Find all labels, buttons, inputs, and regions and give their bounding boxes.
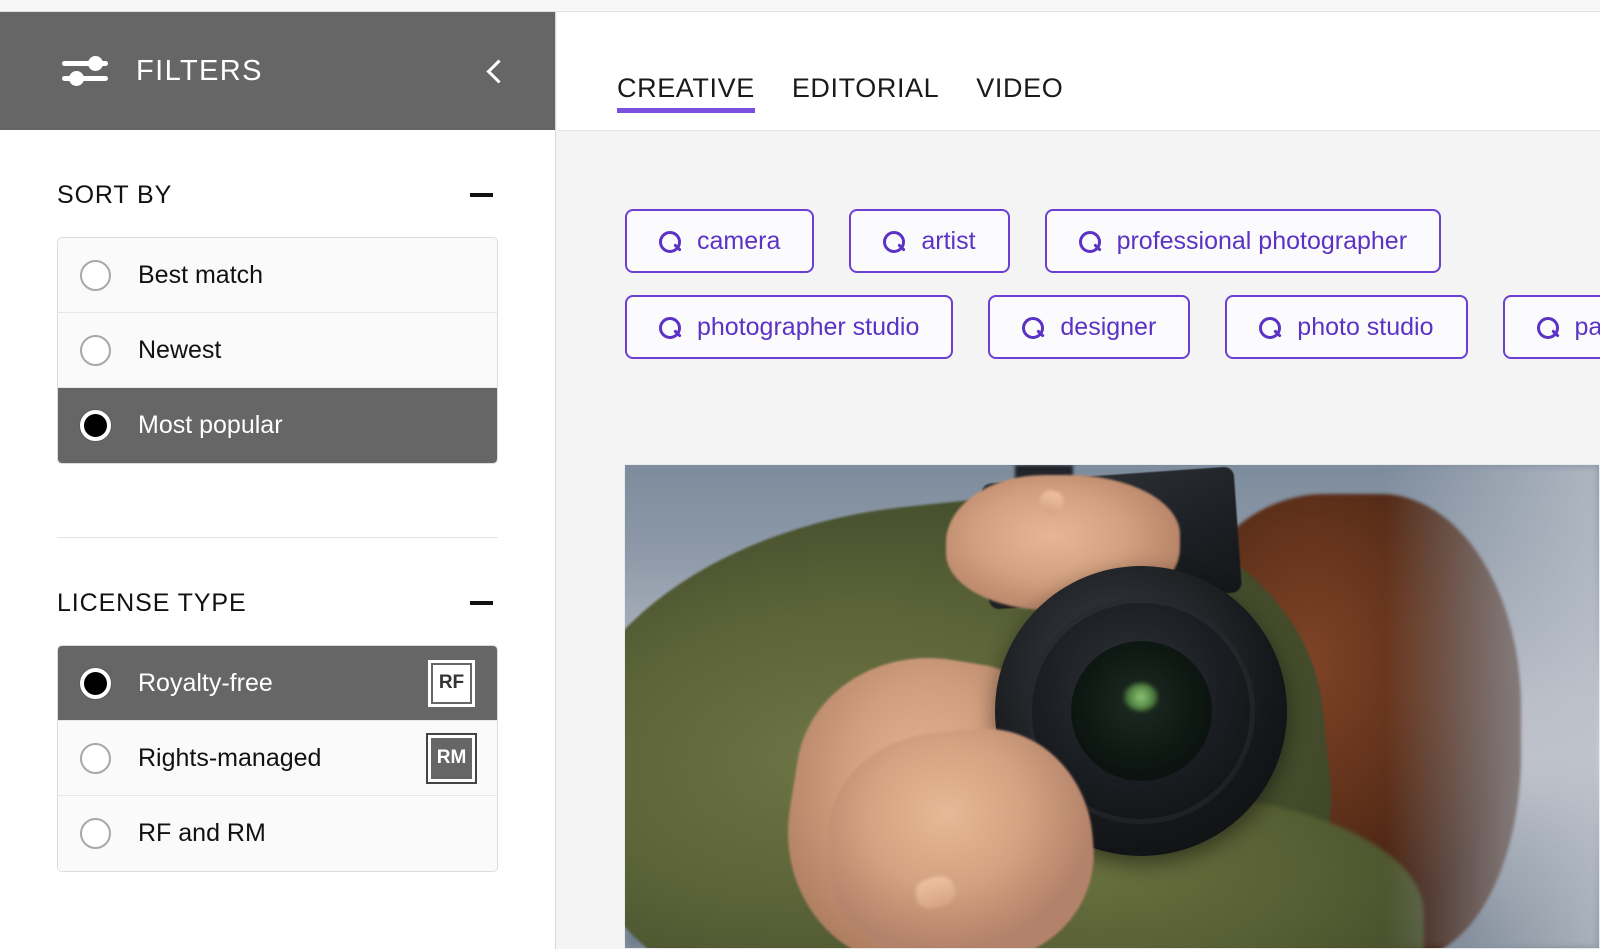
license-type-header: LICENSE TYPE <box>57 588 498 645</box>
suggestion-chip-camera[interactable]: camera <box>625 209 815 273</box>
suggestion-chip-label: camera <box>697 226 781 255</box>
sort-by-collapse-button[interactable] <box>464 180 498 210</box>
license-type-collapse-button[interactable] <box>464 588 498 618</box>
photo-finger <box>1037 488 1066 517</box>
minus-icon <box>469 193 493 197</box>
rm-badge: RM <box>428 734 475 782</box>
license-option-label: RF and RM <box>138 819 266 847</box>
license-option-rf-and-rm[interactable]: RF and RM <box>58 796 497 871</box>
content-type-tabs: CREATIVE EDITORIAL VIDEO <box>557 12 1600 131</box>
license-option-label: Royalty-free <box>138 668 273 697</box>
suggestion-chip-designer[interactable]: designer <box>988 295 1191 359</box>
sort-option-label: Best match <box>138 260 264 289</box>
search-icon <box>1022 316 1045 339</box>
suggestion-chip-label: photo studio <box>1297 312 1434 341</box>
sort-option-most-popular[interactable]: Most popular <box>58 388 497 463</box>
tab-video[interactable]: VIDEO <box>976 73 1063 130</box>
search-icon <box>659 230 681 253</box>
license-option-rights-managed[interactable]: Rights-managed RM <box>58 721 497 796</box>
license-option-royalty-free[interactable]: Royalty-free RF <box>58 646 497 721</box>
sort-by-section: SORT BY Best match Newest Most popular <box>57 130 498 538</box>
license-option-label: Rights-managed <box>138 743 322 772</box>
sort-option-label: Most popular <box>138 411 283 439</box>
search-icon <box>1536 316 1559 339</box>
filters-title: FILTERS <box>136 54 263 87</box>
result-photo-thumbnail[interactable] <box>624 464 1600 949</box>
sort-by-header: SORT BY <box>57 180 498 237</box>
radio-icon <box>80 334 111 366</box>
sliders-icon <box>62 54 108 88</box>
suggestion-chip-painter-truncated[interactable]: pai <box>1502 295 1600 359</box>
sort-by-title: SORT BY <box>57 180 173 209</box>
radio-icon <box>80 259 111 291</box>
photo-background-blur <box>1384 465 1599 948</box>
radio-icon <box>80 818 111 849</box>
suggestion-chip-label: designer <box>1060 312 1157 341</box>
suggestion-chip-professional-photographer[interactable]: professional photographer <box>1044 209 1442 273</box>
suggestion-chip-photo-studio[interactable]: photo studio <box>1225 295 1468 359</box>
chevron-left-icon <box>485 58 511 84</box>
radio-selected-icon <box>80 410 111 441</box>
sort-by-options: Best match Newest Most popular <box>57 237 498 464</box>
suggestion-chip-label: photographer studio <box>697 312 920 341</box>
sort-option-best-match[interactable]: Best match <box>58 238 497 313</box>
main-content: CREATIVE EDITORIAL VIDEO camera artist p… <box>557 12 1600 949</box>
tab-editorial[interactable]: EDITORIAL <box>792 73 939 130</box>
photo-lens-reflection <box>1124 683 1159 712</box>
search-icon <box>1259 316 1282 339</box>
sort-option-label: Newest <box>138 335 222 364</box>
rf-badge: RF <box>428 659 475 707</box>
radio-selected-icon <box>80 667 111 699</box>
suggestion-chip-artist[interactable]: artist <box>849 209 1010 273</box>
suggestion-chip-photographer-studio[interactable]: photographer studio <box>625 295 954 359</box>
sidebar-body: SORT BY Best match Newest Most popular L… <box>0 130 555 872</box>
filters-sidebar: FILTERS SORT BY Best match Newest Most p… <box>0 12 556 949</box>
search-icon <box>883 230 906 253</box>
search-icon <box>1078 230 1101 253</box>
license-type-title: LICENSE TYPE <box>57 588 247 617</box>
photo-finger <box>911 872 958 912</box>
sort-option-newest[interactable]: Newest <box>58 313 497 388</box>
radio-icon <box>80 742 111 774</box>
suggestion-row: photographer studio designer photo studi… <box>625 295 1600 359</box>
page-top-strip <box>0 0 1600 12</box>
search-icon <box>659 316 681 339</box>
stock-photo-search-page: FILTERS SORT BY Best match Newest Most p… <box>0 0 1600 949</box>
search-suggestions: camera artist professional photographer … <box>557 131 1600 359</box>
license-type-section: LICENSE TYPE Royalty-free RF Rights-mana… <box>57 538 498 872</box>
suggestion-chip-label: artist <box>921 226 976 255</box>
photo-lens-glass <box>1070 641 1212 782</box>
collapse-sidebar-button[interactable] <box>473 49 517 93</box>
suggestion-chip-label: pai <box>1574 312 1600 341</box>
suggestion-chip-label: professional photographer <box>1116 226 1408 255</box>
filters-header: FILTERS <box>0 12 555 130</box>
tab-creative[interactable]: CREATIVE <box>617 73 755 130</box>
suggestion-row: camera artist professional photographer <box>625 209 1600 273</box>
minus-icon <box>469 601 493 605</box>
license-type-options: Royalty-free RF Rights-managed RM RF and… <box>57 645 498 872</box>
